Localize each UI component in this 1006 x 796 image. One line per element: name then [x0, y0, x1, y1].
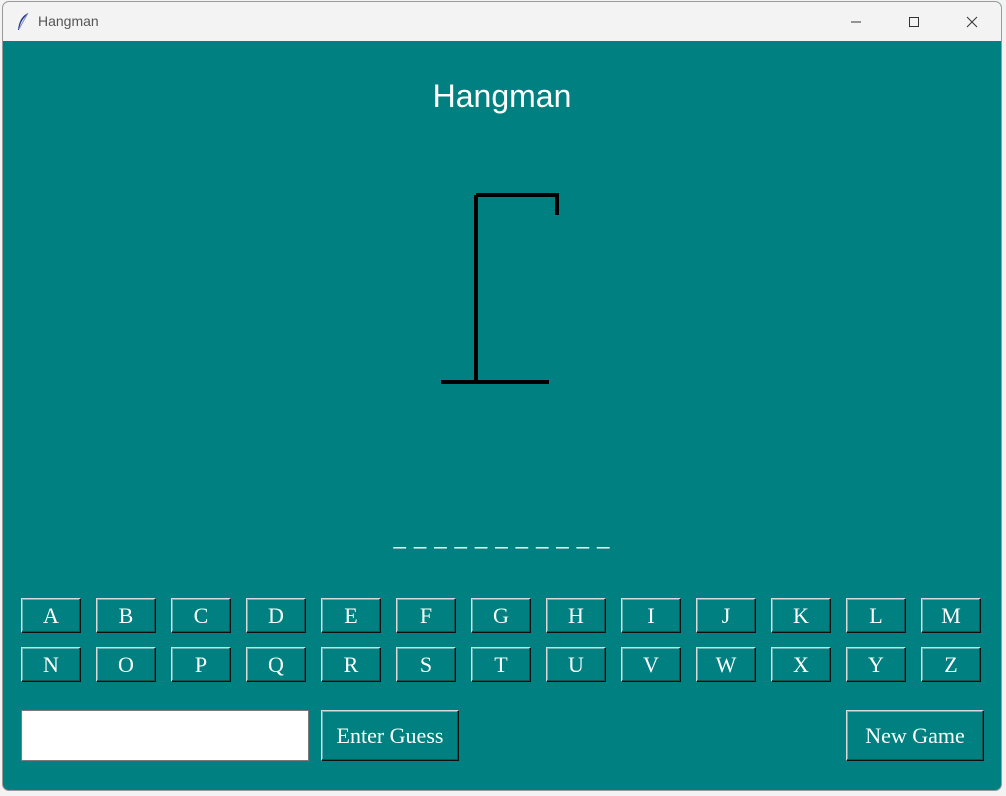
- letter-button-h[interactable]: H: [546, 598, 606, 633]
- letter-button-y[interactable]: Y: [846, 647, 906, 682]
- close-icon: [966, 16, 978, 27]
- feather-icon: [16, 12, 30, 32]
- word-display: _ _ _ _ _ _ _ _ _ _ _: [393, 524, 611, 549]
- game-title: Hangman: [432, 78, 572, 114]
- letter-button-d[interactable]: D: [246, 598, 306, 633]
- guess-input[interactable]: [21, 710, 309, 761]
- letter-button-z[interactable]: Z: [921, 647, 981, 682]
- enter-guess-button[interactable]: Enter Guess: [321, 710, 459, 761]
- letter-button-v[interactable]: V: [621, 647, 681, 682]
- minimize-icon: [851, 21, 861, 22]
- letter-button-p[interactable]: P: [171, 647, 231, 682]
- window-title: Hangman: [38, 13, 99, 29]
- letter-button-m[interactable]: M: [921, 598, 981, 633]
- close-button[interactable]: [943, 2, 1001, 41]
- letter-button-c[interactable]: C: [171, 598, 231, 633]
- letter-button-a[interactable]: A: [21, 598, 81, 633]
- letter-button-q[interactable]: Q: [246, 647, 306, 682]
- letter-button-u[interactable]: U: [546, 647, 606, 682]
- new-game-button[interactable]: New Game: [846, 710, 984, 761]
- letter-button-s[interactable]: S: [396, 647, 456, 682]
- hangman-window: Hangman Hangman _ _ _ _ _ _ _ _ _ _ _ AB…: [2, 1, 1002, 791]
- letter-button-r[interactable]: R: [321, 647, 381, 682]
- maximize-icon: [909, 16, 919, 27]
- letter-button-j[interactable]: J: [696, 598, 756, 633]
- letter-button-o[interactable]: O: [96, 647, 156, 682]
- letter-button-l[interactable]: L: [846, 598, 906, 633]
- letter-button-n[interactable]: N: [21, 647, 81, 682]
- gallows-drawing: [441, 193, 559, 384]
- letter-button-e[interactable]: E: [321, 598, 381, 633]
- letter-button-b[interactable]: B: [96, 598, 156, 633]
- letter-button-w[interactable]: W: [696, 647, 756, 682]
- letter-button-i[interactable]: I: [621, 598, 681, 633]
- minimize-button[interactable]: [827, 2, 885, 41]
- letter-button-x[interactable]: X: [771, 647, 831, 682]
- letter-button-g[interactable]: G: [471, 598, 531, 633]
- letter-button-t[interactable]: T: [471, 647, 531, 682]
- letter-button-k[interactable]: K: [771, 598, 831, 633]
- letter-button-f[interactable]: F: [396, 598, 456, 633]
- title-bar[interactable]: Hangman: [3, 2, 1001, 41]
- maximize-button[interactable]: [885, 2, 943, 41]
